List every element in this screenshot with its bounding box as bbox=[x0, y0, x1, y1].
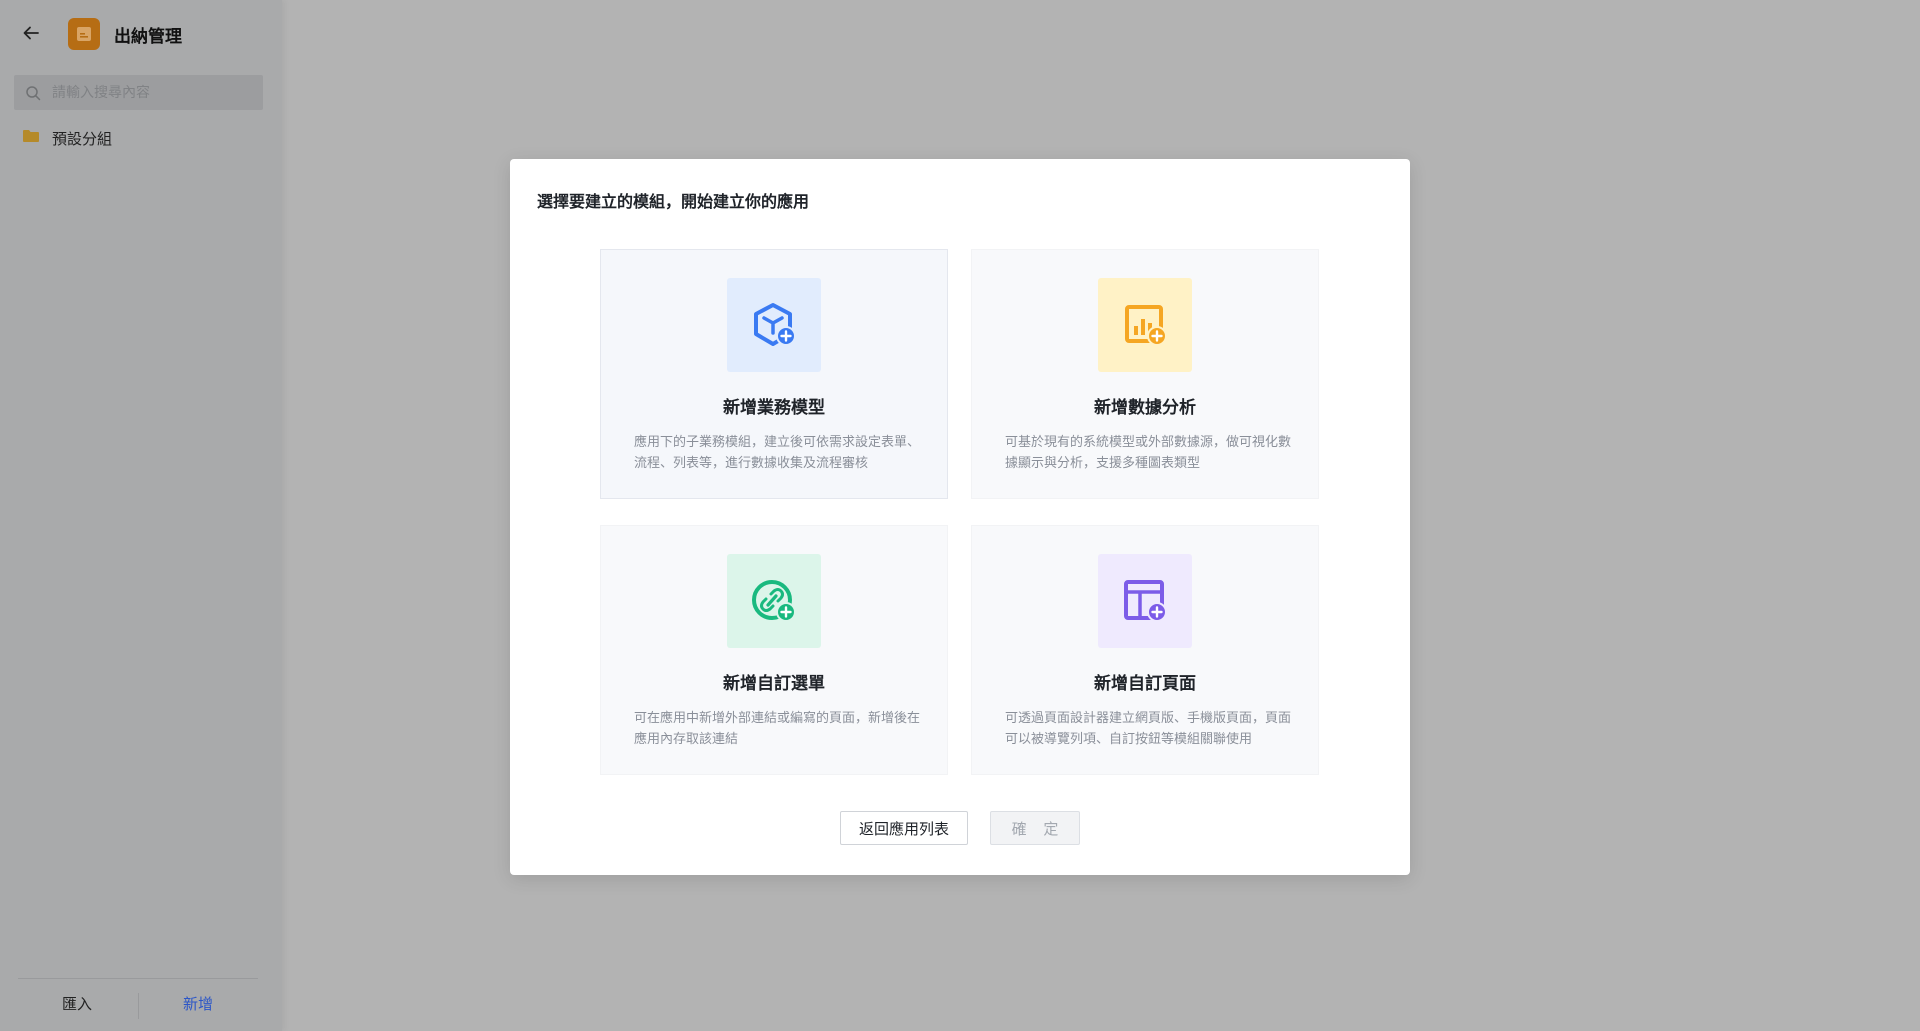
sidebar-group-label: 預設分組 bbox=[52, 129, 113, 148]
custom-menu-link-icon bbox=[727, 554, 821, 648]
footer-divider bbox=[138, 993, 139, 1019]
business-model-icon bbox=[727, 278, 821, 372]
card-description: 可在應用中新增外部連結或編寫的頁面，新增後在應用內存取該連結 bbox=[634, 711, 921, 747]
card-title: 新增數據分析 bbox=[1094, 398, 1196, 418]
custom-page-icon bbox=[1098, 554, 1192, 648]
card-description: 可透過頁面設計器建立網頁版、手機版頁面，頁面可以被導覽列項、自訂按鈕等模組關聯使… bbox=[1005, 711, 1292, 747]
back-arrow-icon[interactable] bbox=[18, 20, 44, 46]
card-description: 可基於現有的系統模型或外部數據源，做可視化數據顯示與分析，支援多種圖表類型 bbox=[1005, 435, 1292, 471]
sidebar-header: 出納管理 bbox=[0, 0, 282, 68]
card-custom-menu[interactable]: 新增自訂選單 可在應用中新增外部連結或編寫的頁面，新增後在應用內存取該連結 bbox=[600, 525, 948, 775]
card-business-model[interactable]: 新增業務模型 應用下的子業務模組，建立後可依需求設定表單、流程、列表等，進行數據… bbox=[600, 249, 948, 499]
search-icon bbox=[25, 85, 41, 101]
folder-icon bbox=[22, 128, 40, 148]
back-to-app-list-button[interactable]: 返回應用列表 bbox=[840, 811, 968, 845]
card-title: 新增自訂選單 bbox=[723, 674, 825, 694]
data-analysis-icon bbox=[1098, 278, 1192, 372]
card-data-analysis[interactable]: 新增數據分析 可基於現有的系統模型或外部數據源，做可視化數據顯示與分析，支援多種… bbox=[971, 249, 1319, 499]
dialog-title: 選擇要建立的模組，開始建立你的應用 bbox=[537, 192, 810, 211]
app-icon bbox=[68, 18, 100, 50]
search-input[interactable] bbox=[50, 76, 254, 109]
import-button[interactable]: 匯入 bbox=[62, 993, 92, 1014]
card-title: 新增業務模型 bbox=[723, 398, 825, 418]
new-button[interactable]: 新增 bbox=[183, 993, 213, 1014]
sidebar-footer: 匯入 新增 bbox=[18, 978, 258, 1031]
sidebar-group-default[interactable]: 預設分組 bbox=[22, 125, 112, 151]
create-module-dialog: 選擇要建立的模組，開始建立你的應用 新增業務模型 應用下的子業務模組，建立後可依… bbox=[510, 159, 1410, 875]
sidebar: 出納管理 預設分組 匯入 新增 bbox=[0, 0, 282, 1031]
card-custom-page[interactable]: 新增自訂頁面 可透過頁面設計器建立網頁版、手機版頁面，頁面可以被導覽列項、自訂按… bbox=[971, 525, 1319, 775]
card-title: 新增自訂頁面 bbox=[1094, 674, 1196, 694]
app-title: 出納管理 bbox=[114, 27, 182, 47]
sidebar-search[interactable] bbox=[14, 75, 263, 110]
confirm-button[interactable]: 確 定 bbox=[990, 811, 1080, 845]
card-description: 應用下的子業務模組，建立後可依需求設定表單、流程、列表等，進行數據收集及流程審核 bbox=[634, 435, 921, 471]
